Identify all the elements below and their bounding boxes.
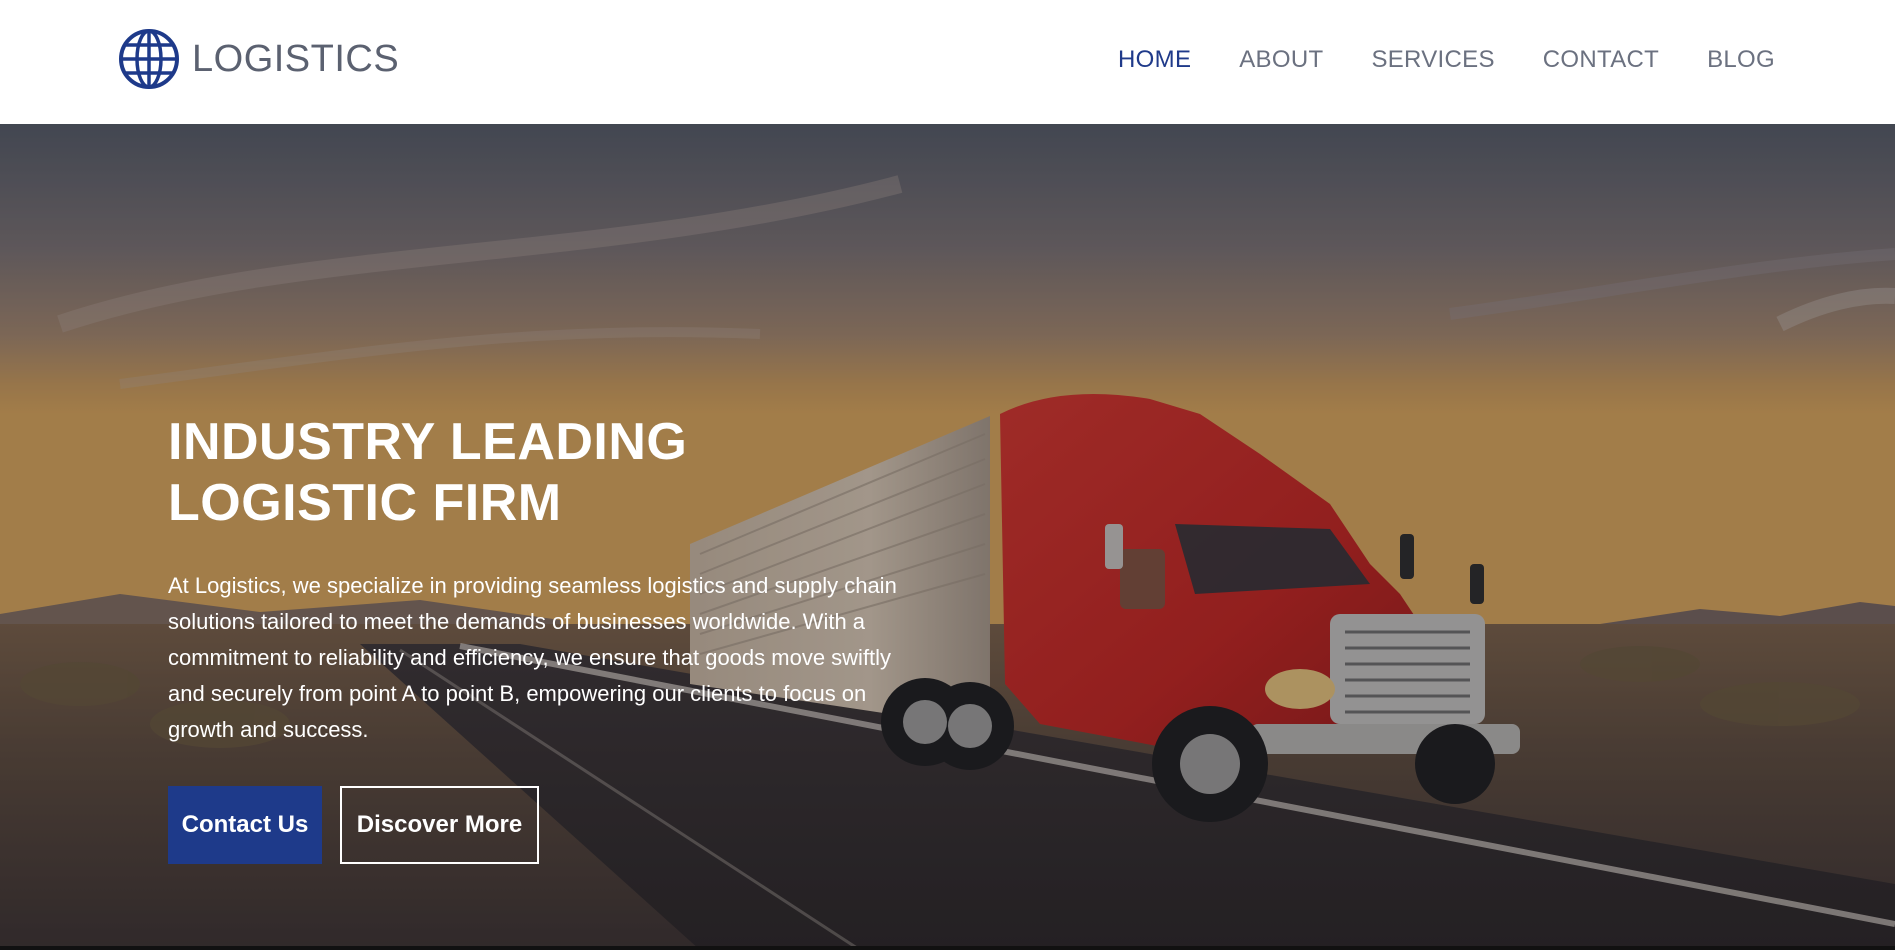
hero-title-line2: LOGISTIC FIRM: [168, 474, 562, 532]
hero-description: At Logistics, we specialize in providing…: [168, 573, 897, 742]
hero-actions: Contact Us Discover More: [168, 786, 908, 864]
hero-section: INDUSTRY LEADING LOGISTIC FIRM At Logist…: [0, 124, 1895, 950]
nav-contact[interactable]: CONTACT: [1543, 40, 1659, 80]
bottom-edge: [0, 946, 1895, 950]
nav-about[interactable]: ABOUT: [1239, 40, 1323, 80]
brand-logo-link[interactable]: LOGISTICS: [118, 28, 399, 90]
brand-name: LOGISTICS: [192, 38, 400, 80]
site-header: LOGISTICS HOME ABOUT SERVICES CONTACT BL…: [0, 0, 1895, 124]
nav-blog[interactable]: BLOG: [1707, 40, 1775, 80]
nav-home[interactable]: HOME: [1118, 40, 1191, 80]
contact-us-button[interactable]: Contact Us: [168, 786, 322, 864]
hero-content: INDUSTRY LEADING LOGISTIC FIRM At Logist…: [168, 412, 908, 864]
globe-icon: [119, 29, 179, 89]
hero-title-line1: INDUSTRY LEADING: [168, 413, 688, 471]
main-nav: HOME ABOUT SERVICES CONTACT BLOG: [1118, 40, 1775, 80]
discover-more-button[interactable]: Discover More: [340, 786, 539, 864]
hero-title: INDUSTRY LEADING LOGISTIC FIRM: [168, 412, 788, 534]
nav-services[interactable]: SERVICES: [1371, 40, 1494, 80]
